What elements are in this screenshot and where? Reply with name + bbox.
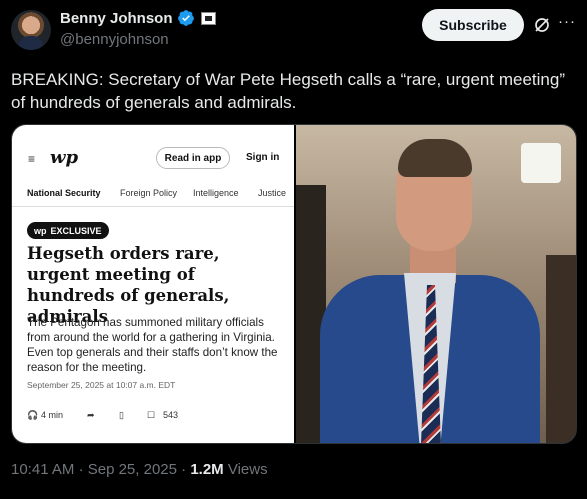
badge-label: EXCLUSIVE — [50, 225, 102, 236]
nav-item-justice: Justice — [258, 188, 287, 198]
subscribe-button[interactable]: Subscribe — [422, 9, 524, 41]
article-action-bar: 🎧 4 min ➦ ▯ ☐ 543 — [27, 410, 282, 424]
views-count: 1.2M — [190, 461, 224, 478]
menu-icon: ≡ — [28, 152, 36, 166]
headphones-icon: 🎧 — [27, 410, 39, 420]
tweet-text: BREAKING: Secretary of War Pete Hegseth … — [11, 70, 565, 112]
article-top-bar: ≡ wp Read in app Sign in — [26, 147, 286, 169]
affiliate-badge-icon[interactable] — [200, 11, 216, 25]
sign-in-link: Sign in — [246, 152, 280, 163]
person-hair — [398, 139, 472, 177]
article-date: September 25, 2025 at 10:07 a.m. EDT — [27, 380, 176, 390]
share-icon: ➦ — [87, 410, 95, 420]
nav-item-foreign-policy: Foreign Policy — [120, 188, 178, 198]
more-options-icon[interactable]: ··· — [558, 13, 576, 30]
article-dek: The Pentagon has summoned military offic… — [27, 316, 278, 374]
tweet-date[interactable]: Sep 25, 2025 — [88, 461, 177, 478]
tweet-meta: 10:41 AM · Sep 25, 2025 · 1.2M Views — [11, 461, 268, 478]
verified-badge-icon — [177, 10, 194, 26]
hegseth-photo[interactable] — [296, 125, 576, 443]
exclusive-badge: wp EXCLUSIVE — [27, 222, 109, 239]
meta-separator: · — [78, 461, 84, 478]
avatar[interactable] — [11, 10, 51, 50]
read-time: 4 min — [41, 410, 64, 420]
read-in-app-button: Read in app — [156, 147, 230, 169]
article-section-nav: National Security Foreign Policy Intelli… — [12, 181, 294, 207]
author-name-row: Benny Johnson — [60, 9, 216, 27]
nav-item-national-security: National Security — [27, 188, 101, 198]
tweet-media[interactable]: ≡ wp Read in app Sign in National Securi… — [11, 124, 577, 444]
ceiling-light — [521, 143, 561, 183]
comment-count: 543 — [163, 410, 179, 420]
nav-item-intelligence: Intelligence — [193, 188, 239, 198]
grok-icon[interactable] — [533, 16, 551, 34]
tweet-time[interactable]: 10:41 AM — [11, 461, 74, 478]
views-label: Views — [227, 461, 268, 478]
tweet-header: Benny Johnson @bennyjohnson Subscribe ··… — [0, 0, 587, 56]
wp-logo: wp — [50, 147, 79, 168]
author-display-name[interactable]: Benny Johnson — [60, 10, 173, 27]
meta-separator: · — [181, 461, 187, 478]
article-screenshot-image[interactable]: ≡ wp Read in app Sign in National Securi… — [12, 125, 294, 443]
author-handle[interactable]: @bennyjohnson — [60, 31, 169, 48]
comment-icon: ☐ — [147, 410, 156, 420]
badge-logo: wp — [34, 225, 47, 236]
background-wall-right — [546, 255, 576, 443]
bookmark-icon: ▯ — [119, 410, 124, 420]
